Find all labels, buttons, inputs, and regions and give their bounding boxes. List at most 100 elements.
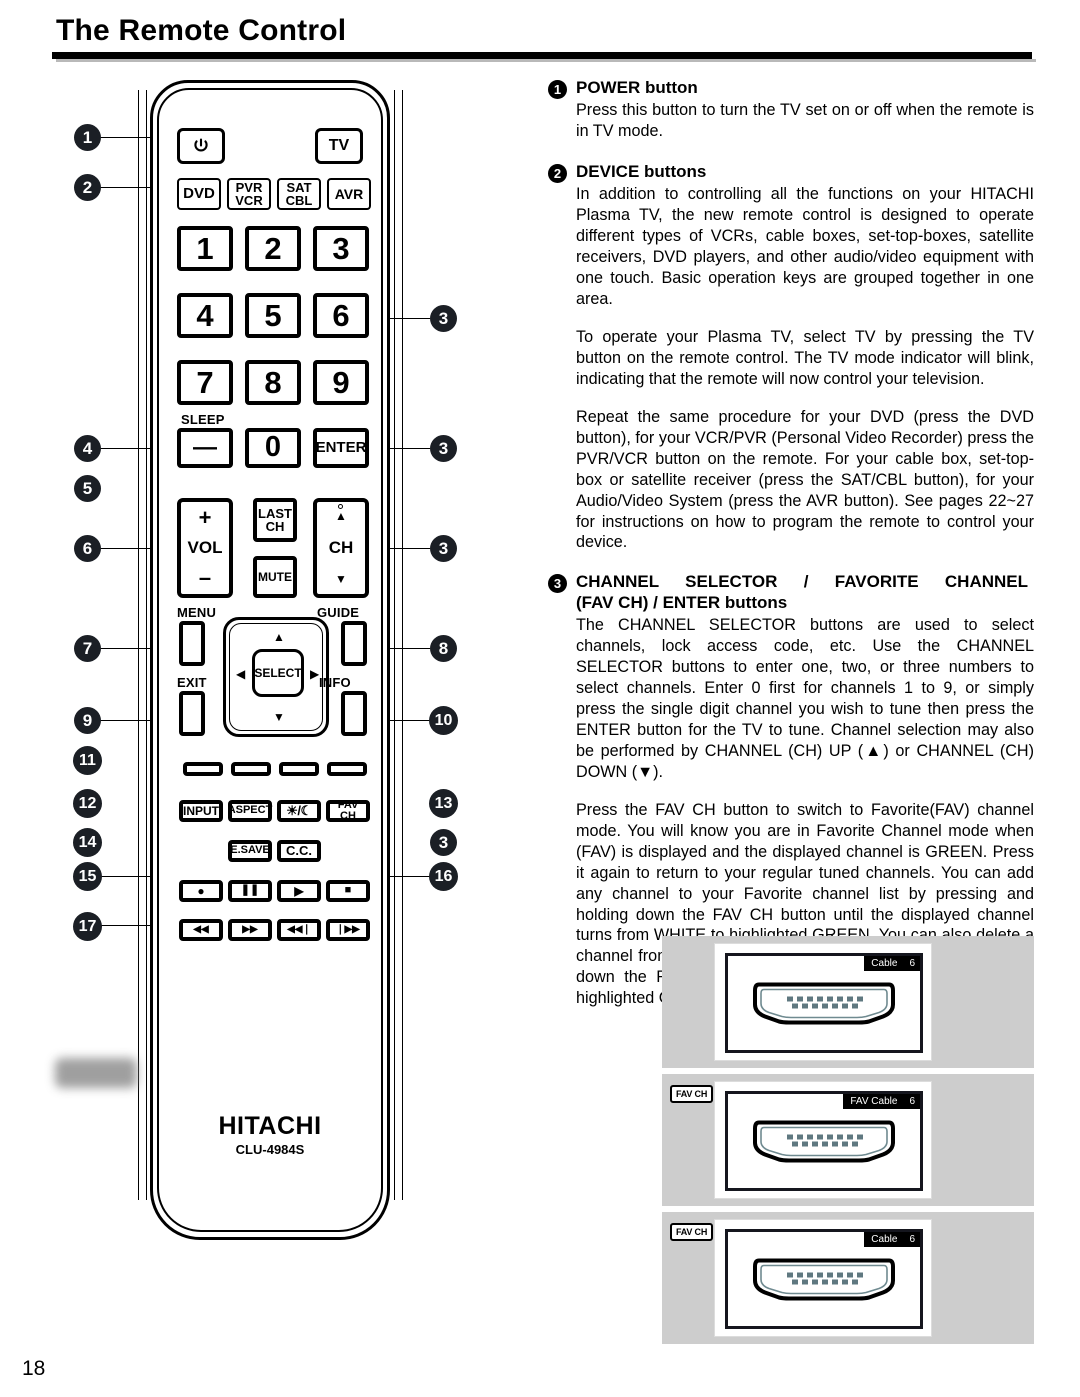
- osd-banner-3: Cable 6: [864, 1232, 920, 1247]
- channel-indicator-dot: [338, 504, 343, 509]
- digit-1-button[interactable]: 1: [177, 226, 233, 271]
- osd-banner-1: Cable 6: [864, 956, 920, 971]
- tv-frame-2: FAV Cable 6: [714, 1081, 932, 1199]
- callout-12: 12: [73, 789, 102, 818]
- color-key-2[interactable]: [231, 762, 271, 776]
- fast-forward-button[interactable]: ▶▶: [228, 919, 272, 941]
- input-button[interactable]: INPUT: [179, 800, 223, 822]
- hdmi-connector-icon-3: [749, 1252, 899, 1309]
- nav-up-arrow[interactable]: ▲: [273, 630, 285, 644]
- menu-button[interactable]: [179, 621, 205, 666]
- callout-16: 16: [429, 862, 458, 891]
- digit-8-button[interactable]: 8: [245, 360, 301, 405]
- rewind-button[interactable]: ◀◀: [179, 919, 223, 941]
- digit-4-button[interactable]: 4: [177, 293, 233, 338]
- record-button[interactable]: ●: [179, 880, 223, 902]
- pvr-vcr-button[interactable]: PVR VCR: [227, 178, 271, 210]
- play-button[interactable]: ▶: [277, 880, 321, 902]
- nav-down-arrow[interactable]: ▼: [273, 710, 285, 724]
- select-button[interactable]: SELECT: [252, 649, 304, 697]
- volume-down-label: –: [198, 564, 212, 590]
- digit-0-button[interactable]: 0: [245, 428, 301, 468]
- cbl-label: CBL: [285, 193, 313, 208]
- callout-4: 4: [74, 435, 101, 462]
- fav-ch-button[interactable]: FAV CH: [326, 799, 370, 822]
- digit-3-button[interactable]: 3: [313, 226, 369, 271]
- blurred-artifact: [55, 1058, 137, 1088]
- mute-button[interactable]: MUTE: [253, 556, 297, 598]
- digit-9-button[interactable]: 9: [313, 360, 369, 405]
- section-channel-heading-line1: CHANNEL SELECTOR / FAVORITE CHANNEL: [576, 572, 1028, 592]
- callout-5: 5: [74, 475, 101, 502]
- sat-cbl-button[interactable]: SAT CBL: [277, 178, 321, 210]
- section-device: 2 DEVICE buttons In addition to controll…: [548, 162, 1034, 554]
- next-button[interactable]: ❘▶▶: [326, 919, 370, 941]
- callout-1: 1: [74, 124, 101, 151]
- navigation-pad[interactable]: SELECT ▲ ▼ ◀ ▶: [223, 617, 329, 737]
- tv-button[interactable]: TV: [315, 128, 363, 164]
- exit-button[interactable]: [179, 691, 205, 736]
- exit-label: EXIT: [177, 675, 207, 690]
- digit-5-button[interactable]: 5: [245, 293, 301, 338]
- volume-rocker[interactable]: + VOL –: [177, 498, 233, 598]
- digit-2-button[interactable]: 2: [245, 226, 301, 271]
- tv-panel-3: FAV CH Cable 6: [662, 1212, 1034, 1344]
- page-title: The Remote Control: [56, 14, 347, 47]
- section-device-heading: DEVICE buttons: [576, 161, 707, 181]
- power-button[interactable]: [177, 128, 225, 164]
- osd-channel-number-3: 6: [909, 1234, 915, 1245]
- callout-2: 2: [74, 174, 101, 201]
- channel-rocker[interactable]: ▲ CH ▼: [313, 498, 369, 598]
- previous-button[interactable]: ◀◀❘: [277, 919, 321, 941]
- tv-panel-1: Cable 6: [662, 936, 1034, 1068]
- digit-7-button[interactable]: 7: [177, 360, 233, 405]
- color-key-1[interactable]: [183, 762, 223, 776]
- info-button[interactable]: [341, 691, 367, 736]
- callout-10: 10: [429, 706, 458, 735]
- stop-button[interactable]: ■: [326, 880, 370, 902]
- callout-3b: 3: [430, 435, 457, 462]
- nav-left-arrow[interactable]: ◀: [236, 667, 245, 681]
- brightness-button[interactable]: ☀/☾: [277, 800, 321, 822]
- vcr-label: VCR: [235, 193, 263, 208]
- color-key-4[interactable]: [327, 762, 367, 776]
- tv-screen-2: FAV Cable 6: [725, 1091, 923, 1191]
- pause-button[interactable]: ❚❚: [228, 880, 272, 902]
- callout-3c: 3: [430, 535, 457, 562]
- callout-14: 14: [73, 828, 102, 857]
- callout-8: 8: [430, 635, 457, 662]
- tv-frame-1: Cable 6: [714, 943, 932, 1061]
- description-column: 1 POWER button Press this button to turn…: [548, 78, 1034, 1013]
- energy-save-button[interactable]: E.SAVE: [228, 840, 272, 862]
- section-device-para-3: Repeat the same procedure for your DVD (…: [576, 407, 1034, 552]
- sleep-button[interactable]: —: [177, 428, 233, 468]
- remote-inner-shell: TV DVD PVR VCR SAT CBL AVR 1 2 3 4 5 6 7…: [157, 88, 383, 1232]
- closed-caption-button[interactable]: C.C.: [277, 840, 321, 862]
- avr-button[interactable]: AVR: [327, 178, 371, 210]
- callout-17: 17: [73, 912, 102, 941]
- section-channel-header: 3 CHANNEL SELECTOR / FAVORITE CHANNEL (F…: [548, 572, 1034, 613]
- fav-ch-callout-button-2: FAV CH: [670, 1085, 714, 1103]
- sleep-label: SLEEP: [181, 412, 225, 427]
- fav-ch-callout-button-3: FAV CH: [670, 1223, 714, 1241]
- dvd-button[interactable]: DVD: [177, 178, 221, 210]
- ch-label: CH: [265, 519, 285, 534]
- color-key-3[interactable]: [279, 762, 319, 776]
- callout-11: 11: [73, 746, 102, 775]
- aspect-button[interactable]: ASPECT: [228, 800, 272, 822]
- guide-button[interactable]: [341, 621, 367, 666]
- remote-diagram: 1 2 4 5 6 7 9 11 12 14 15 17 3 3 3 8 10 …: [0, 70, 530, 1310]
- nav-right-arrow[interactable]: ▶: [310, 667, 319, 681]
- section-channel-heading-line2: (FAV CH) / ENTER buttons: [576, 593, 788, 613]
- last-channel-button[interactable]: LAST CH: [253, 498, 297, 542]
- digit-6-button[interactable]: 6: [313, 293, 369, 338]
- callout-3a: 3: [430, 305, 457, 332]
- osd-source-label-1: Cable: [871, 958, 898, 969]
- enter-button[interactable]: ENTER: [313, 428, 369, 468]
- channel-down-arrow: ▼: [335, 572, 347, 587]
- section-power-header: 1 POWER button: [548, 78, 1034, 99]
- volume-label: VOL: [187, 538, 223, 558]
- osd-source-label-3: Cable: [871, 1234, 898, 1245]
- callout-6: 6: [74, 535, 101, 562]
- section-bullet-3: 3: [548, 574, 567, 594]
